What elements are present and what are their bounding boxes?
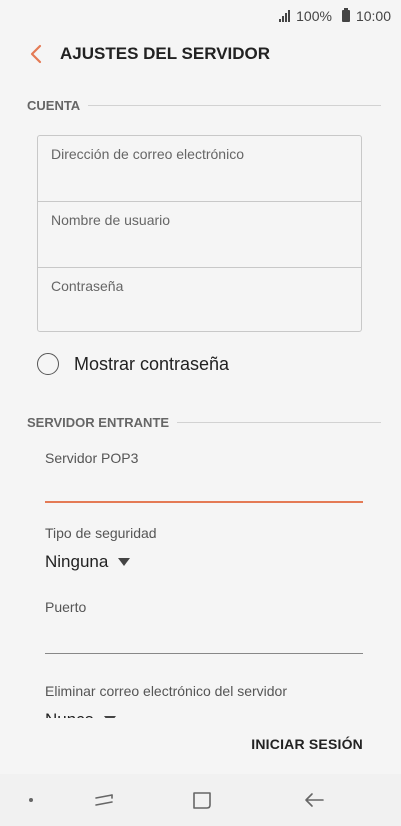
pop3-server-input[interactable] (45, 471, 363, 501)
section-divider (88, 105, 381, 106)
show-password-radio[interactable] (37, 353, 59, 375)
home-icon (193, 792, 211, 809)
battery-icon (341, 8, 350, 22)
recent-apps-icon (95, 794, 113, 806)
email-placeholder: Dirección de correo electrónico (51, 146, 244, 162)
page-title: AJUSTES DEL SERVIDOR (60, 44, 271, 63)
delete-email-label: Eliminar correo electrónico del servidor (45, 683, 287, 699)
battery-percent: 100% (296, 8, 332, 24)
chevron-left-icon (30, 44, 42, 64)
pop3-server-underline (45, 501, 363, 503)
account-section-title: CUENTA (27, 98, 81, 113)
nav-dot-icon (29, 798, 33, 802)
show-password-toggle[interactable]: Mostrar contraseña (37, 353, 229, 375)
port-input[interactable] (45, 623, 363, 653)
delete-email-clip: Nunca (0, 708, 401, 718)
password-field[interactable]: Contraseña (38, 268, 361, 331)
username-placeholder: Nombre de usuario (51, 212, 171, 228)
back-arrow-icon (305, 793, 324, 807)
pop3-server-label: Servidor POP3 (45, 450, 139, 466)
password-placeholder: Contraseña (51, 278, 124, 294)
signal-icon (279, 10, 291, 22)
home-button[interactable] (187, 786, 217, 814)
back-nav-button[interactable] (299, 786, 329, 814)
delete-email-value: Nunca (45, 710, 94, 718)
email-field[interactable]: Dirección de correo electrónico (38, 136, 361, 202)
dropdown-arrow-icon (118, 558, 131, 566)
account-fields-box: Dirección de correo electrónico Nombre d… (37, 135, 362, 332)
status-bar: 100% 10:00 (0, 0, 401, 32)
port-label: Puerto (45, 599, 87, 615)
security-type-dropdown[interactable]: Ninguna (45, 552, 131, 572)
section-divider (177, 422, 381, 423)
incoming-section-header: SERVIDOR ENTRANTE (27, 415, 381, 430)
system-nav-bar (0, 774, 401, 826)
bottom-action-bar: INICIAR SESIÓN (0, 718, 401, 774)
delete-email-dropdown[interactable]: Nunca (45, 710, 117, 718)
account-section-header: CUENTA (27, 98, 381, 113)
app-header: AJUSTES DEL SERVIDOR (0, 32, 401, 76)
clock: 10:00 (355, 8, 391, 24)
show-password-label: Mostrar contraseña (74, 353, 230, 374)
security-type-label: Tipo de seguridad (45, 525, 157, 541)
port-underline (45, 653, 363, 654)
recent-apps-button[interactable] (89, 786, 119, 814)
incoming-section-title: SERVIDOR ENTRANTE (27, 415, 170, 430)
back-button[interactable] (14, 32, 58, 76)
username-field[interactable]: Nombre de usuario (38, 202, 361, 268)
security-type-value: Ninguna (45, 552, 109, 571)
sign-in-button[interactable]: INICIAR SESIÓN (251, 736, 363, 752)
